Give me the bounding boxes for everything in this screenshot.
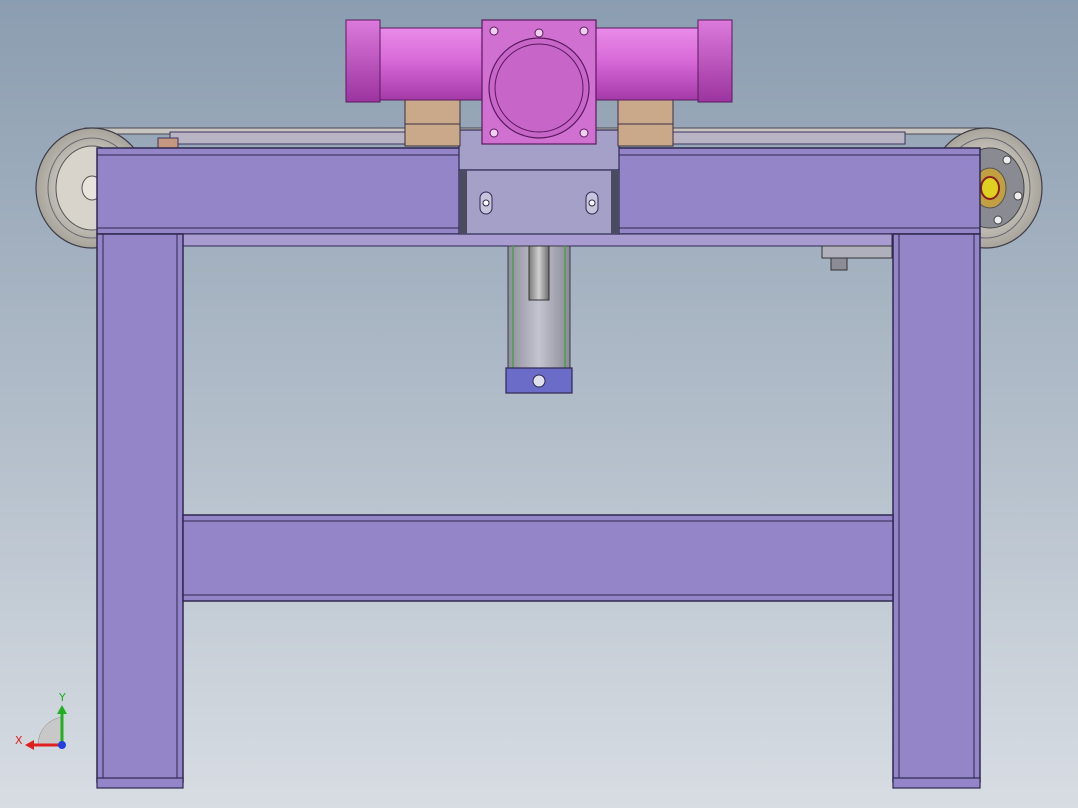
lower-cross-beam (182, 514, 894, 602)
vertical-cylinder (505, 245, 573, 394)
left-leg (96, 233, 184, 789)
rail-end-block (157, 137, 179, 149)
orientation-triad: Y X (15, 691, 67, 750)
cylinder-center-flange (481, 19, 597, 145)
x-axis-label: X (15, 734, 23, 747)
under-beam-rail (181, 233, 893, 247)
cad-viewport[interactable]: Y X (0, 0, 1078, 808)
z-axis-dot (58, 741, 66, 749)
center-mount-plate (458, 129, 620, 235)
y-axis-label: Y (58, 691, 66, 704)
sensor-bracket (821, 245, 893, 271)
right-leg (892, 233, 981, 789)
triad-quadrant (37, 716, 63, 746)
assembly-drawing: Y X (15, 19, 1043, 789)
